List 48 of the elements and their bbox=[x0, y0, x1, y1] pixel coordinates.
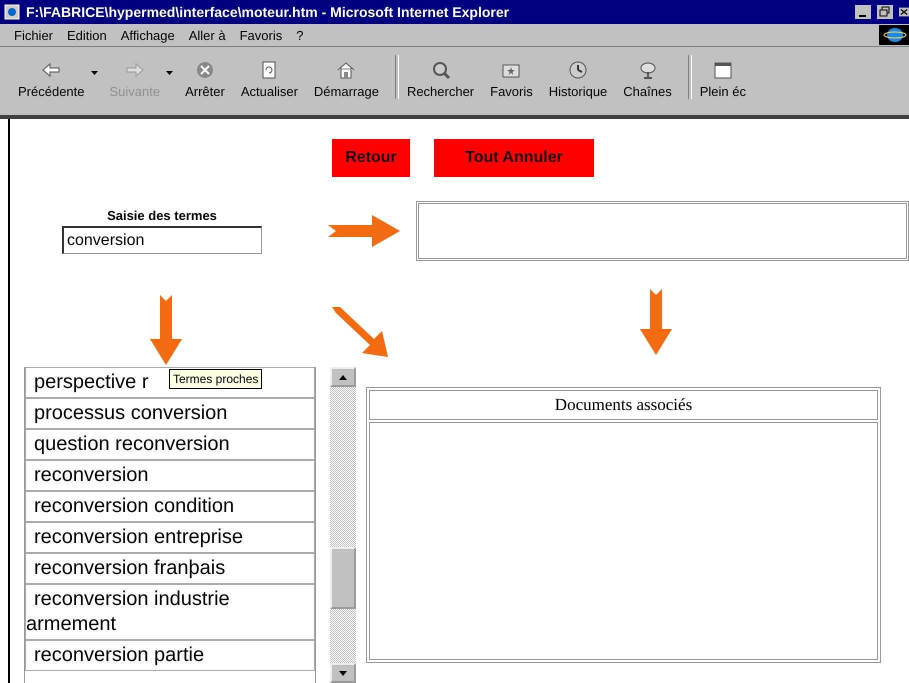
term-item[interactable]: reconversion condition bbox=[25, 491, 315, 522]
term-item[interactable]: reconversion bbox=[25, 460, 315, 491]
toolbar-button[interactable]: Plein éc bbox=[696, 60, 750, 99]
caret-icon[interactable] bbox=[90, 71, 98, 75]
toolbar-button[interactable]: Historique bbox=[544, 60, 612, 99]
up-triangle-icon bbox=[339, 374, 347, 380]
menu-item[interactable]: Edition bbox=[67, 28, 107, 42]
close-button[interactable] bbox=[899, 5, 909, 19]
term-item[interactable]: reconversion franþais bbox=[25, 553, 315, 584]
menu-item[interactable]: ? bbox=[296, 28, 304, 42]
menu-item[interactable]: Favoris bbox=[240, 28, 282, 42]
window-title: F:\FABRICE\hypermed\interface\moteur.htm - Microsoft Internet Explorer bbox=[26, 4, 510, 20]
term-item[interactable]: reconversion entreprise bbox=[25, 522, 315, 553]
scroll-thumb[interactable] bbox=[330, 547, 356, 609]
fullscreen-icon bbox=[712, 60, 734, 80]
term-item[interactable]: reconversion partie bbox=[25, 640, 315, 671]
browser-logo-icon bbox=[879, 25, 909, 45]
toolbar-button[interactable]: Favoris bbox=[486, 60, 537, 99]
down-arrow-icon bbox=[640, 289, 672, 355]
field-label: Saisie des termes bbox=[107, 208, 217, 223]
menu-item[interactable]: Affichage bbox=[120, 28, 175, 42]
down-triangle-icon bbox=[339, 670, 347, 676]
back-button[interactable]: Retour bbox=[332, 139, 410, 177]
down-arrow-icon bbox=[150, 295, 182, 365]
term-item[interactable]: question reconversion bbox=[25, 429, 315, 460]
toolbar-button[interactable]: Actualiser bbox=[236, 60, 302, 99]
toolbar-button[interactable]: Démarrage bbox=[310, 60, 383, 99]
menu-item[interactable]: Fichier bbox=[14, 28, 54, 42]
toolbar-button[interactable]: Arrêter bbox=[181, 60, 229, 99]
toolbar-button[interactable]: Précédente bbox=[14, 60, 88, 99]
menu-item[interactable]: Aller à bbox=[188, 28, 226, 42]
back-arrow-icon bbox=[40, 60, 62, 80]
clock-icon bbox=[567, 60, 590, 80]
cancel-all-button[interactable]: Tout Annuler bbox=[434, 139, 594, 177]
toolbar-button[interactable]: Chaînes bbox=[619, 60, 676, 99]
minimize-button[interactable] bbox=[855, 5, 871, 19]
scroll-up-button[interactable] bbox=[330, 367, 356, 387]
page-icon bbox=[4, 4, 20, 20]
scroll-down-button[interactable] bbox=[330, 663, 356, 683]
search-field[interactable]: conversion bbox=[62, 226, 262, 254]
scrollbar[interactable] bbox=[330, 367, 356, 683]
right-arrow-icon bbox=[328, 215, 400, 247]
term-item[interactable]: processus conversion bbox=[25, 398, 315, 429]
forward-arrow-icon bbox=[124, 60, 146, 80]
restore-button[interactable] bbox=[877, 5, 893, 19]
tooltip: Termes proches bbox=[169, 369, 262, 389]
panel-header: Documents associés bbox=[369, 390, 878, 420]
toolbar-button[interactable]: Rechercher bbox=[402, 60, 478, 99]
